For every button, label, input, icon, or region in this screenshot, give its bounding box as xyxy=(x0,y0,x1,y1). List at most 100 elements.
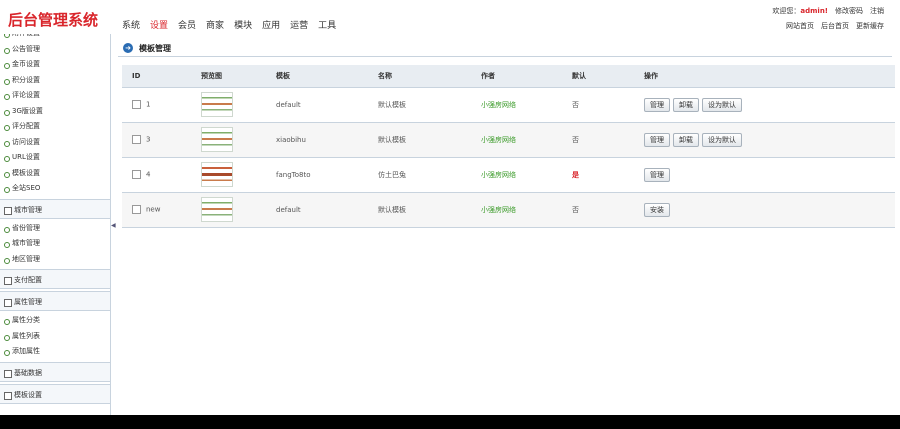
cell-author: 小强房网络 xyxy=(472,87,563,123)
sidebar-group[interactable]: 基础数据 xyxy=(0,361,110,382)
sidebar-item[interactable]: 全站SEO xyxy=(0,181,110,197)
row-checkbox[interactable] xyxy=(132,100,141,109)
row-id: 4 xyxy=(146,170,151,179)
cell-actions: 管理 卸载 设为默认 xyxy=(637,122,895,158)
action-button[interactable]: 卸载 xyxy=(673,97,699,112)
sidebar-group[interactable]: 属性管理 xyxy=(0,291,110,311)
template-preview-image[interactable] xyxy=(201,92,233,117)
col-header-preview: 预览图 xyxy=(193,65,267,88)
cell-preview xyxy=(193,122,267,158)
row-id: 3 xyxy=(146,135,151,144)
action-button[interactable]: 设为默认 xyxy=(702,132,742,147)
nav-item[interactable]: 系统 xyxy=(122,18,140,31)
sidebar-item[interactable]: 金币设置 xyxy=(0,57,110,73)
row-checkbox[interactable] xyxy=(132,205,141,214)
app-logo: 后台管理系统 xyxy=(8,11,99,29)
sidebar-item[interactable]: 添加属性 xyxy=(0,344,110,360)
table-row: 4 fangTo8to 仿土巴兔 小强房网络是管理 xyxy=(122,157,895,193)
col-header-actions: 操作 xyxy=(637,65,895,88)
nav-item[interactable]: 商家 xyxy=(206,18,224,31)
site-home-link[interactable]: 网站首页 xyxy=(786,21,814,31)
nav-item[interactable]: 会员 xyxy=(178,18,196,31)
sidebar-item[interactable]: 城市管理 xyxy=(0,236,110,252)
cell-default: 是 xyxy=(563,157,637,193)
sidebar-item[interactable]: 评论设置 xyxy=(0,88,110,104)
nav-item[interactable]: 模块 xyxy=(234,18,252,31)
user-bar: 欢迎您：admin! 修改密码 注销 xyxy=(772,6,884,16)
sidebar-group[interactable]: 支付配置 xyxy=(0,269,110,289)
cell-id: 1 xyxy=(122,87,193,123)
cell-template: default xyxy=(267,192,369,228)
quick-links: 网站首页 后台首页 更新缓存 xyxy=(786,21,884,31)
cell-author: 小强房网络 xyxy=(472,192,563,228)
action-button[interactable]: 安装 xyxy=(644,202,670,217)
cell-author: 小强房网络 xyxy=(472,157,563,193)
sidebar-item[interactable]: 公告管理 xyxy=(0,42,110,58)
cell-default: 否 xyxy=(563,122,637,158)
action-button[interactable]: 管理 xyxy=(644,132,670,147)
sidebar-item[interactable]: 省份管理 xyxy=(0,221,110,237)
cell-template: default xyxy=(267,87,369,123)
cell-name: 默认模板 xyxy=(369,122,472,158)
cell-preview xyxy=(193,192,267,228)
sidebar-item[interactable]: 模板设置 xyxy=(0,166,110,182)
cell-id: new xyxy=(122,192,193,228)
col-header-name: 名称 xyxy=(369,65,472,88)
cell-preview xyxy=(193,157,267,193)
nav-item[interactable]: 运营 xyxy=(290,18,308,31)
col-header-id: ID xyxy=(122,65,193,88)
col-header-default: 默认 xyxy=(563,65,637,88)
bottom-bar xyxy=(0,415,900,429)
template-preview-image[interactable] xyxy=(201,162,233,187)
template-preview-image[interactable] xyxy=(201,127,233,152)
cell-id: 3 xyxy=(122,122,193,158)
sidebar-item[interactable]: URL设置 xyxy=(0,150,110,166)
sidebar-item[interactable]: 3G版设置 xyxy=(0,104,110,120)
row-checkbox[interactable] xyxy=(132,170,141,179)
username: admin! xyxy=(800,7,828,15)
nav-item[interactable]: 设置 xyxy=(150,18,168,31)
cell-default: 否 xyxy=(563,87,637,123)
row-id: 1 xyxy=(146,100,151,109)
action-button[interactable]: 设为默认 xyxy=(702,97,742,112)
admin-home-link[interactable]: 后台首页 xyxy=(821,21,849,31)
main-content: ➜ 模板管理 ID 预览图 模板 名称 作者 默认 操作 1 default 默认模… xyxy=(118,40,895,412)
sidebar-item[interactable]: 积分设置 xyxy=(0,73,110,89)
template-preview-image[interactable] xyxy=(201,197,233,222)
row-checkbox[interactable] xyxy=(132,135,141,144)
cell-author: 小强房网络 xyxy=(472,122,563,158)
col-header-author: 作者 xyxy=(472,65,563,88)
action-button[interactable]: 卸载 xyxy=(673,132,699,147)
cell-name: 默认模板 xyxy=(369,87,472,123)
arrow-right-icon: ➜ xyxy=(123,43,133,53)
sidebar-group[interactable]: 模板设置 xyxy=(0,383,110,404)
sidebar-item[interactable]: 属性列表 xyxy=(0,329,110,345)
sidebar-item[interactable]: 访问设置 xyxy=(0,135,110,151)
action-button[interactable]: 管理 xyxy=(644,97,670,112)
row-id: new xyxy=(146,205,161,214)
cell-template: xiaobihu xyxy=(267,122,369,158)
cell-name: 默认模板 xyxy=(369,192,472,228)
sidebar-item[interactable]: 附件设置 xyxy=(0,34,110,42)
cell-template: fangTo8to xyxy=(267,157,369,193)
cell-actions: 管理 xyxy=(637,157,895,193)
sidebar-item[interactable]: 评分配置 xyxy=(0,119,110,135)
collapse-sidebar-icon[interactable]: ◀ xyxy=(111,222,116,229)
sidebar-item[interactable]: 属性分类 xyxy=(0,313,110,329)
change-password-link[interactable]: 修改密码 xyxy=(835,6,863,16)
cell-default: 否 xyxy=(563,192,637,228)
action-button[interactable]: 管理 xyxy=(644,167,670,182)
page-header: ➜ 模板管理 xyxy=(118,40,892,57)
welcome-text: 欢迎您：admin! xyxy=(772,7,828,15)
nav-item[interactable]: 应用 xyxy=(262,18,280,31)
refresh-cache-link[interactable]: 更新缓存 xyxy=(856,21,884,31)
top-header: 后台管理系统 系统 设置 会员 商家 模块 应用 运营 工具 欢迎您：admin! 修改密码 … xyxy=(0,0,900,34)
top-nav: 系统 设置 会员 商家 模块 应用 运营 工具 xyxy=(122,18,346,31)
logout-link[interactable]: 注销 xyxy=(870,6,884,16)
table-row: 3 xiaobihu 默认模板 小强房网络否管理 卸载 设为默认 xyxy=(122,122,895,158)
nav-item[interactable]: 工具 xyxy=(318,18,336,31)
cell-id: 4 xyxy=(122,157,193,193)
cell-preview xyxy=(193,87,267,123)
sidebar-group[interactable]: 城市管理 xyxy=(0,198,110,219)
sidebar-item[interactable]: 地区管理 xyxy=(0,252,110,268)
